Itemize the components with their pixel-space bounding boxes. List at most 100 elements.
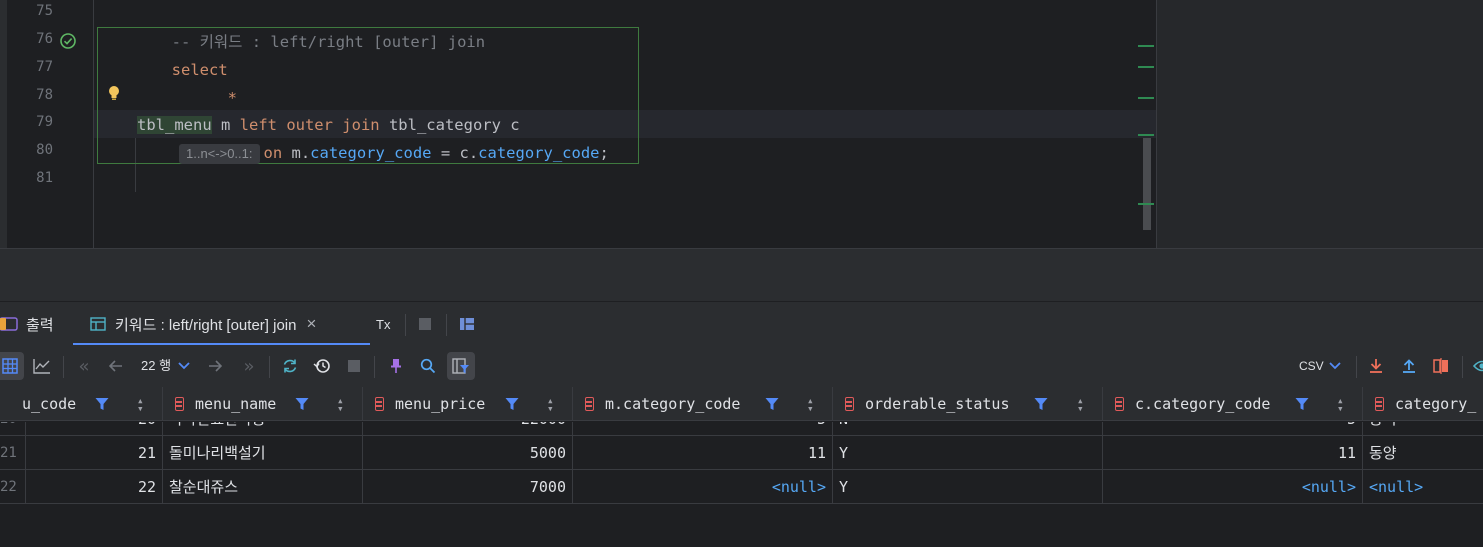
- sort-icon[interactable]: ▴ ▾: [1077, 395, 1084, 414]
- field-token: category_code: [310, 144, 432, 162]
- view-options-button[interactable]: [1468, 352, 1483, 380]
- tab-output[interactable]: 출력: [0, 302, 70, 346]
- filter-icon[interactable]: [505, 397, 519, 411]
- sql-editor[interactable]: 75 76 77 78 79 80 81 -- 키워드 : left/right…: [0, 0, 1483, 248]
- last-page-button[interactable]: »: [235, 352, 263, 380]
- cell-c-category-code[interactable]: <null>: [1103, 470, 1363, 504]
- cell-orderable-status[interactable]: N: [833, 422, 1103, 435]
- tab-separator: [405, 314, 406, 336]
- column-header-c-category-code[interactable]: c.category_code ▴ ▾: [1103, 387, 1363, 421]
- chart-view-button[interactable]: [28, 352, 56, 380]
- close-tab-icon[interactable]: ×: [306, 314, 316, 334]
- code-line-76[interactable]: select: [97, 28, 228, 79]
- tab-query-result[interactable]: 키워드 : left/right [outer] join ×: [90, 302, 370, 346]
- cell-c-category-code[interactable]: 11: [1103, 436, 1363, 470]
- equals-token: = c.: [431, 144, 479, 162]
- cell-menu-code[interactable]: 21: [26, 436, 163, 470]
- rows-count-label[interactable]: 22 행: [141, 345, 171, 387]
- filter-panel-icon: [452, 358, 469, 374]
- table-row[interactable]: 22 22 찰순대쥬스 7000 <null> Y <null> <null>: [0, 470, 1483, 504]
- cell-orderable-status[interactable]: Y: [833, 470, 1103, 504]
- code-line-79[interactable]: tbl_menu m left outer join tbl_category …: [137, 111, 520, 139]
- arrow-left-icon: [109, 360, 122, 372]
- history-button[interactable]: [308, 352, 336, 380]
- sort-icon[interactable]: ▴ ▾: [807, 395, 814, 414]
- filter-icon[interactable]: [765, 397, 779, 411]
- column-header-menu-price[interactable]: menu_price ▴ ▾: [363, 387, 573, 421]
- previous-page-button[interactable]: [102, 352, 130, 380]
- change-marker[interactable]: [1138, 97, 1154, 99]
- export-format-dropdown[interactable]: [1325, 352, 1345, 380]
- code-line-80[interactable]: 1..n<->0..1: on m.category_code = c.categ…: [179, 139, 609, 167]
- import-upload-button[interactable]: [1395, 352, 1423, 380]
- cancel-query-button[interactable]: [340, 352, 368, 380]
- compare-button[interactable]: [1427, 352, 1455, 380]
- cell-menu-name[interactable]: 돌미나리백설기: [163, 436, 363, 470]
- cell-menu-price[interactable]: 7000: [363, 470, 573, 504]
- first-page-button[interactable]: «: [70, 352, 98, 380]
- change-marker[interactable]: [1138, 45, 1154, 47]
- column-header-label: u_code: [22, 395, 77, 413]
- export-download-button[interactable]: [1362, 352, 1390, 380]
- line-number: 81: [36, 170, 53, 186]
- cell-menu-code[interactable]: 22: [26, 470, 163, 504]
- change-marker[interactable]: [1138, 66, 1154, 68]
- transaction-button[interactable]: Tx: [376, 302, 396, 346]
- cell-menu-price[interactable]: 22000: [363, 422, 573, 435]
- code-area[interactable]: -- 키워드 : left/right [outer] join select …: [94, 0, 1156, 248]
- panel-divider[interactable]: [0, 248, 1483, 301]
- column-header-menu-name[interactable]: menu_name ▴ ▾: [163, 387, 363, 421]
- cell-orderable-status[interactable]: Y: [833, 436, 1103, 470]
- cell-m-category-code[interactable]: <null>: [573, 470, 833, 504]
- column-header-menu-code[interactable]: u_code ▴ ▾: [0, 387, 163, 421]
- execution-success-icon[interactable]: [59, 32, 77, 50]
- cell-menu-name[interactable]: 찰순대쥬스: [163, 470, 363, 504]
- cell-menu-code[interactable]: 20: [26, 422, 163, 435]
- right-side-panel: [1156, 0, 1483, 248]
- cell-menu-name[interactable]: 마라깐쇼한라봉: [163, 422, 363, 435]
- sort-icon[interactable]: ▴ ▾: [337, 395, 344, 414]
- table-row[interactable]: 21 21 돌미나리백설기 5000 11 Y 11 동양: [0, 436, 1483, 470]
- export-format-label[interactable]: CSV: [1299, 345, 1324, 387]
- table-row[interactable]: 20 20 마라깐쇼한라봉 22000 5 N 5 중식: [0, 422, 1483, 436]
- sort-icon[interactable]: ▴ ▾: [1337, 395, 1344, 414]
- code-line-77[interactable]: *: [97, 56, 237, 107]
- field-token: category_code: [478, 144, 600, 162]
- sort-icon[interactable]: ▴ ▾: [547, 395, 554, 414]
- layout-button[interactable]: [459, 302, 475, 346]
- row-number: 22: [0, 470, 26, 504]
- cell-category-name[interactable]: 중식: [1363, 422, 1483, 435]
- table-view-button[interactable]: [0, 352, 24, 380]
- column-header-orderable-status[interactable]: orderable_status ▴ ▾: [833, 387, 1103, 421]
- cell-category-name[interactable]: 동양: [1363, 436, 1483, 470]
- tab-separator: [446, 314, 447, 336]
- sort-icon[interactable]: ▴ ▾: [137, 395, 144, 414]
- result-grid[interactable]: u_code ▴ ▾ menu_name ▴ ▾ menu_price ▴ ▾ m.c…: [0, 387, 1483, 547]
- cell-m-category-code[interactable]: 5: [573, 422, 833, 435]
- next-page-button[interactable]: [201, 352, 229, 380]
- filter-panel-button[interactable]: [447, 352, 475, 380]
- column-header-category-name[interactable]: category_: [1363, 387, 1483, 421]
- cell-c-category-code[interactable]: 5: [1103, 422, 1363, 435]
- column-header-label: menu_name: [195, 395, 277, 413]
- code-line-75[interactable]: -- 키워드 : left/right [outer] join: [97, 0, 485, 51]
- filter-icon[interactable]: [1295, 397, 1309, 411]
- cell-m-category-code[interactable]: 11: [573, 436, 833, 470]
- stop-button[interactable]: [418, 302, 434, 346]
- refresh-button[interactable]: [276, 352, 304, 380]
- editor-scrollbar[interactable]: [1138, 0, 1154, 248]
- search-button[interactable]: [414, 352, 442, 380]
- cell-category-name[interactable]: <null>: [1363, 470, 1483, 504]
- column-header-m-category-code[interactable]: m.category_code ▴ ▾: [573, 387, 833, 421]
- filter-icon[interactable]: [1034, 397, 1048, 411]
- change-marker[interactable]: [1138, 203, 1154, 205]
- filter-icon[interactable]: [95, 397, 109, 411]
- scroll-thumb[interactable]: [1143, 138, 1151, 230]
- line-number: 80: [36, 142, 53, 158]
- lightbulb-icon[interactable]: [106, 84, 122, 102]
- rows-dropdown-button[interactable]: [174, 352, 194, 380]
- cell-menu-price[interactable]: 5000: [363, 436, 573, 470]
- filter-icon[interactable]: [295, 397, 309, 411]
- change-marker[interactable]: [1138, 134, 1154, 136]
- pin-tab-button[interactable]: [382, 352, 410, 380]
